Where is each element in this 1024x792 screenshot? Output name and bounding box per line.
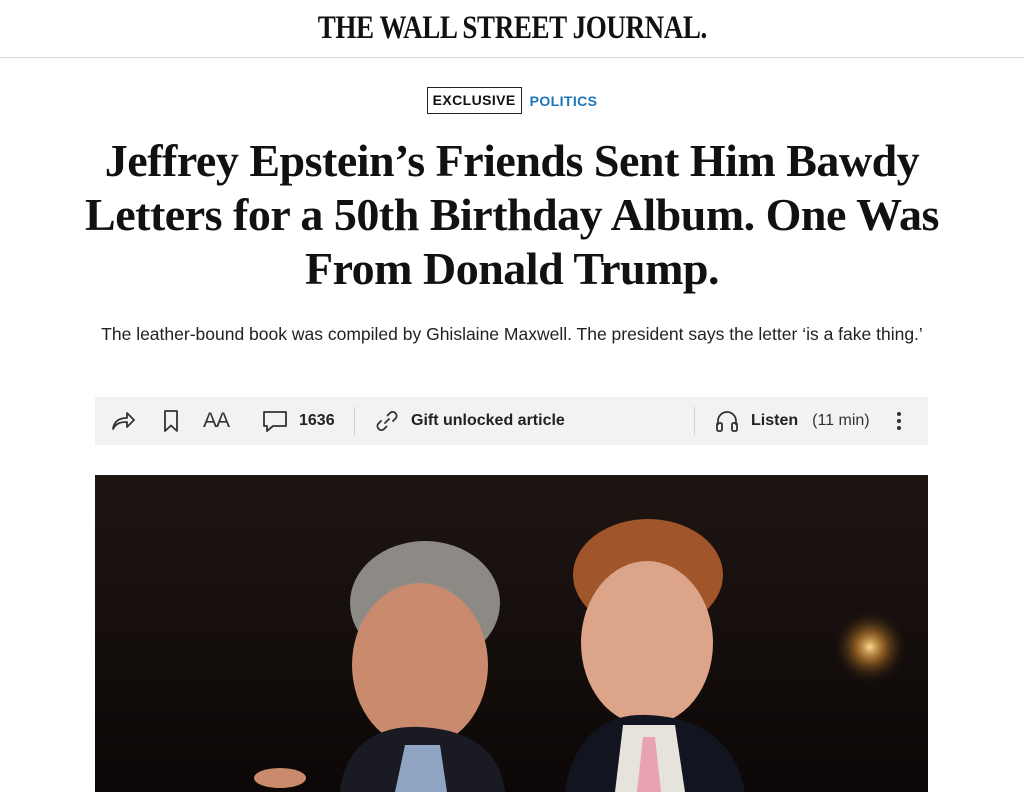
more-options-button[interactable] [891, 406, 907, 436]
share-icon [109, 408, 137, 434]
text-size-button[interactable]: AA [203, 409, 230, 433]
link-icon [374, 408, 400, 434]
gift-article-button[interactable]: Gift unlocked article [374, 408, 565, 434]
exclusive-badge: EXCLUSIVE [426, 87, 522, 114]
section-link-politics[interactable]: POLITICS [530, 93, 598, 109]
comment-icon [261, 409, 289, 433]
site-logo[interactable]: THE WALL STREET JOURNAL. [317, 10, 707, 47]
article-toolbar: AA 1636 Gift unlocked article Listen (11… [95, 397, 928, 445]
toolbar-divider [354, 407, 355, 435]
listen-label: Listen [751, 412, 799, 429]
masthead: THE WALL STREET JOURNAL. [0, 0, 1024, 58]
toolbar-divider [694, 407, 695, 435]
hero-photo-placeholder [95, 475, 928, 792]
more-vertical-icon [897, 409, 901, 433]
text-size-label: AA [203, 409, 230, 432]
headphones-icon [714, 408, 740, 434]
comments-count: 1636 [299, 412, 335, 429]
listen-button[interactable]: Listen (11 min) [714, 408, 870, 434]
article-headline: Jeffrey Epstein’s Friends Sent Him Bawdy… [85, 135, 939, 294]
bookmark-icon [161, 408, 181, 434]
bookmark-button[interactable] [161, 408, 181, 434]
article-dek: The leather-bound book was compiled by G… [101, 324, 923, 344]
gift-article-label: Gift unlocked article [411, 412, 565, 429]
share-button[interactable] [109, 408, 137, 434]
article-labels: EXCLUSIVE POLITICS [0, 87, 1024, 114]
comments-button[interactable]: 1636 [261, 409, 335, 433]
hero-image [95, 475, 928, 792]
listen-duration: (11 min) [812, 412, 870, 429]
